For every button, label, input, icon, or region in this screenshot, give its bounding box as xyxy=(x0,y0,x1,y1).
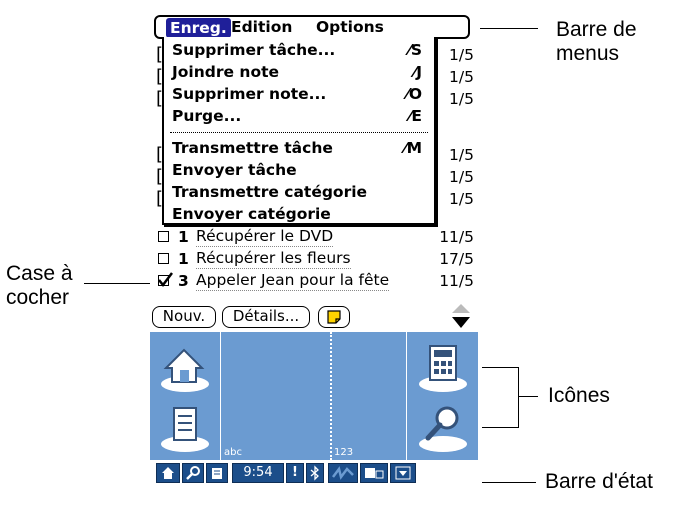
home-icon xyxy=(162,467,174,479)
task-description[interactable]: Récupérer les fleurs xyxy=(196,248,351,269)
menu-item-beam-category[interactable]: Transmettre catégorie xyxy=(172,181,367,203)
search-icon xyxy=(186,466,200,480)
callout-icons: Icônes xyxy=(548,384,610,407)
menu-item-attach-note[interactable]: Joindre note xyxy=(172,61,279,83)
menu-item-delete-note[interactable]: Supprimer note... xyxy=(172,83,326,105)
task-checkbox[interactable] xyxy=(158,231,169,242)
status-menu-button[interactable] xyxy=(206,463,228,483)
menu-separator xyxy=(170,132,428,133)
graffiti-123-label: 123 xyxy=(334,447,354,458)
menu-dropdown: Supprimer tâche... ⁄S Joindre note ⁄J Su… xyxy=(162,37,436,225)
task-row[interactable]: 1 Récupérer les fleurs 17/5 xyxy=(150,248,478,270)
graffiti-area[interactable]: abc 123 xyxy=(150,332,478,460)
graffiti-stroke-icon xyxy=(332,466,354,480)
callout-statusbar: Barre d'état xyxy=(545,470,653,493)
checkmark-icon xyxy=(158,272,173,288)
task-row[interactable]: 3 Appeler Jean pour la fête 11/5 xyxy=(150,270,478,292)
callout-line-icons xyxy=(518,396,538,397)
menu-item-send-task[interactable]: Envoyer tâche xyxy=(172,159,297,181)
screenshot: { "menu": { "titles": ["Enreg.", "Editio… xyxy=(0,0,690,507)
status-search-button[interactable] xyxy=(182,463,204,483)
menu-shortcut: ⁄J xyxy=(413,63,422,81)
graffiti-divider xyxy=(220,332,221,460)
graffiti-abc-label: abc xyxy=(224,447,242,458)
task-checkbox[interactable] xyxy=(158,253,169,264)
status-clock[interactable]: 9:54 xyxy=(232,463,284,483)
callout-line-icons xyxy=(482,427,518,428)
menu-item-purge[interactable]: Purge... xyxy=(172,105,241,127)
callout-line-checkbox xyxy=(84,283,150,284)
note-icon xyxy=(327,310,341,324)
callout-line-icons xyxy=(518,367,519,428)
callout-checkbox: Case à cocher xyxy=(6,262,73,309)
menu-shortcut: ⁄O xyxy=(406,85,422,103)
status-alert[interactable]: ! xyxy=(286,463,304,483)
menu-icon xyxy=(212,468,222,479)
menu-title-edition[interactable]: Edition xyxy=(231,18,292,36)
task-due-date[interactable]: 11/5 xyxy=(439,226,474,248)
status-graffiti-button[interactable] xyxy=(328,463,358,483)
task-priority: 3 xyxy=(178,272,189,290)
graffiti-divider xyxy=(406,332,407,460)
graffiti-divider xyxy=(330,332,333,460)
menu-bar: Enreg. Edition Options xyxy=(154,15,470,39)
menu-title-enreg[interactable]: Enreg. xyxy=(166,18,231,38)
task-due-date[interactable]: 11/5 xyxy=(439,270,474,292)
task-priority: 1 xyxy=(178,228,189,246)
task-priority: 1 xyxy=(178,250,189,268)
callout-line-statusbar xyxy=(482,482,536,483)
task-description[interactable]: Récupérer le DVD xyxy=(196,226,334,247)
status-bar: 9:54 ! xyxy=(150,462,478,484)
new-task-button[interactable]: Nouv. xyxy=(152,306,216,328)
menu-item-beam-task[interactable]: Transmettre tâche xyxy=(172,137,333,159)
menu-item-delete-task[interactable]: Supprimer tâche... xyxy=(172,39,335,61)
menu-shortcut: ⁄M xyxy=(403,139,422,157)
callout-menubar: Barre de menus xyxy=(556,18,637,65)
calculator-icon[interactable] xyxy=(414,338,472,396)
input-area-icon xyxy=(365,468,384,479)
menu-shortcut: ⁄S xyxy=(408,41,422,59)
menu-title-options[interactable]: Options xyxy=(316,18,384,36)
status-collapse-button[interactable] xyxy=(390,463,416,483)
device-screen: [1/5 [1/5 [1/5 [1/5 [1/5 [1/5 1 Récupére… xyxy=(150,10,478,484)
task-description[interactable]: Appeler Jean pour la fête xyxy=(196,270,390,291)
status-bluetooth-button[interactable] xyxy=(306,463,324,483)
menu-icon[interactable] xyxy=(156,398,214,456)
callout-line-icons xyxy=(482,367,518,368)
status-input-toggle-button[interactable] xyxy=(360,463,388,483)
search-icon[interactable] xyxy=(414,398,472,456)
task-due-date[interactable]: 17/5 xyxy=(439,248,474,270)
home-icon[interactable] xyxy=(156,338,214,396)
collapse-icon xyxy=(395,466,411,480)
task-row[interactable]: 1 Récupérer le DVD 11/5 xyxy=(150,226,478,248)
status-home-button[interactable] xyxy=(156,463,180,483)
menu-item-send-category[interactable]: Envoyer catégorie xyxy=(172,203,331,225)
scroll-arrows-icon[interactable] xyxy=(450,302,472,330)
details-button[interactable]: Détails... xyxy=(222,306,310,328)
note-button[interactable] xyxy=(318,306,350,328)
callout-line-menubar xyxy=(480,28,538,29)
bluetooth-icon xyxy=(310,465,319,481)
menu-shortcut: ⁄E xyxy=(408,107,422,125)
